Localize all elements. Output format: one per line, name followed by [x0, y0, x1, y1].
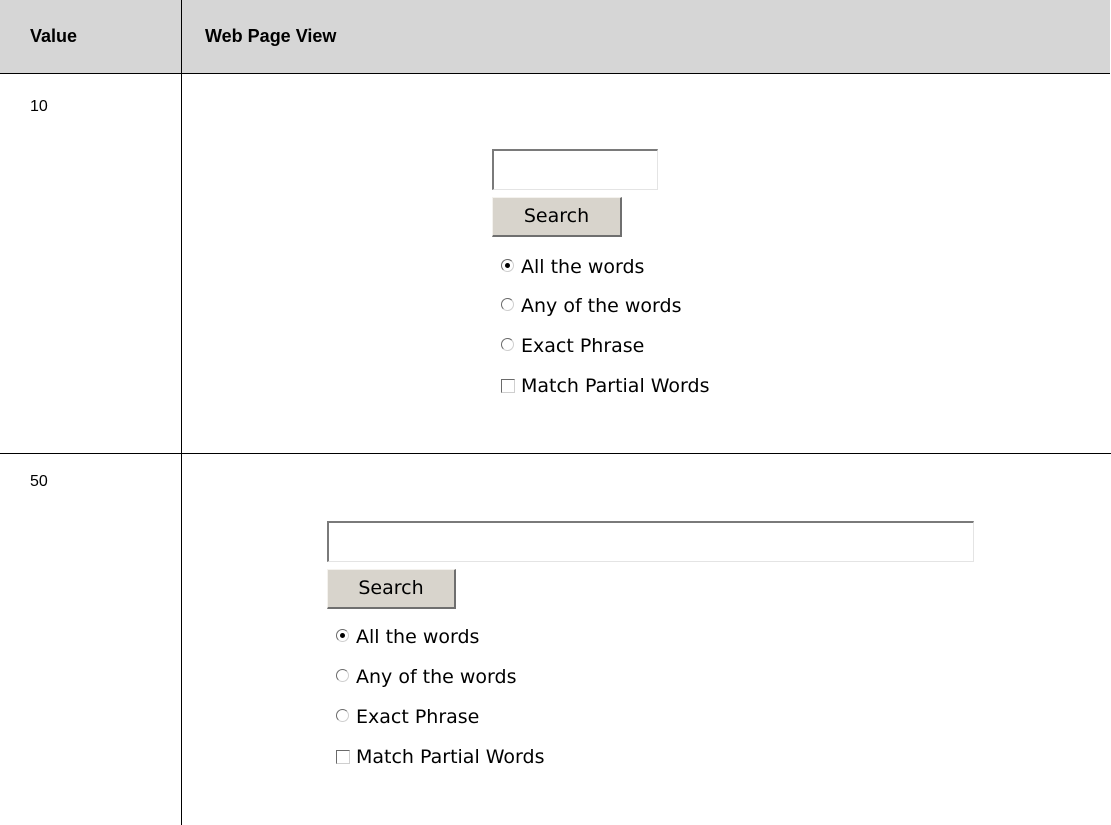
radio-unselected-icon[interactable] [336, 709, 349, 722]
header-value: Value [30, 26, 78, 46]
radio-unselected-icon[interactable] [501, 298, 514, 311]
row-value-50: 50 [30, 473, 48, 490]
radio-unselected-icon[interactable] [336, 669, 349, 682]
radio-label: Exact Phrase [356, 706, 480, 728]
table-header-row [0, 0, 1110, 74]
search-button[interactable]: Search [492, 197, 622, 237]
radio-unselected-icon[interactable] [501, 338, 514, 351]
search-input-size-10[interactable] [492, 149, 658, 190]
search-button[interactable]: Search [327, 569, 456, 609]
value-table: Value Web Page View 10 Search All the wo… [0, 0, 1111, 825]
radio-label: Any of the words [356, 666, 517, 688]
checkbox-label: Match Partial Words [356, 746, 545, 768]
radio-label: All the words [521, 256, 645, 278]
header-web-page-view: Web Page View [205, 26, 337, 46]
radio-label: Any of the words [521, 295, 682, 317]
radio-label: All the words [356, 626, 480, 648]
checkbox-icon[interactable] [336, 750, 350, 764]
row-value-10: 10 [30, 98, 48, 115]
search-input-size-50[interactable] [327, 521, 974, 562]
radio-selected-icon[interactable] [336, 629, 349, 642]
checkbox-label: Match Partial Words [521, 375, 710, 397]
radio-selected-icon[interactable] [501, 259, 514, 272]
checkbox-icon[interactable] [501, 379, 515, 393]
radio-label: Exact Phrase [521, 335, 645, 357]
row-divider [0, 453, 1111, 454]
column-divider [181, 0, 182, 825]
